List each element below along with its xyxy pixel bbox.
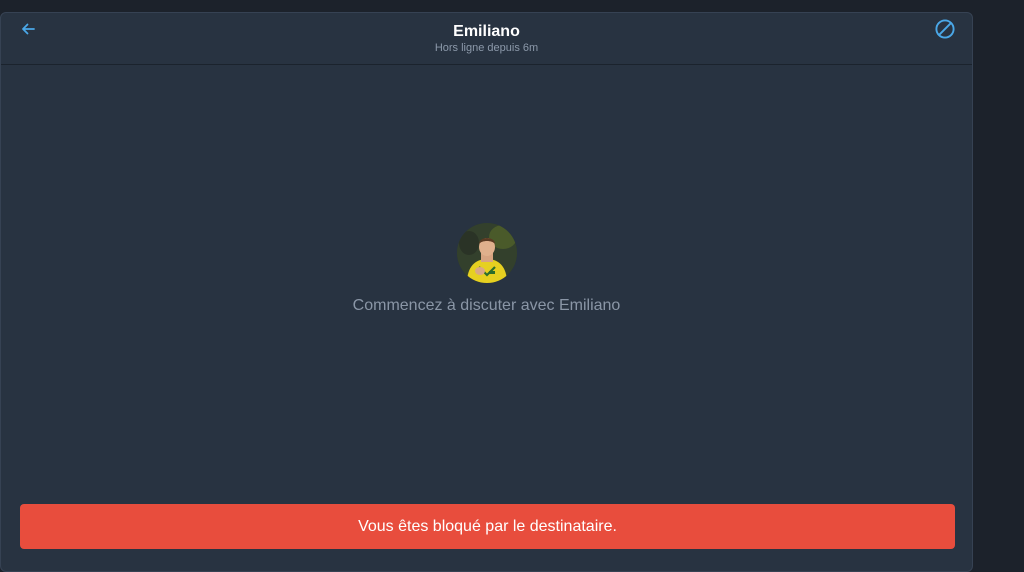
empty-state-message: Commencez à discuter avec Emiliano [352, 297, 621, 314]
blocked-banner: Vous êtes bloqué par le destinataire. [20, 504, 955, 549]
chat-header: Emiliano Hors ligne depuis 6m [1, 13, 972, 65]
blocked-banner-text: Vous êtes bloqué par le destinataire. [358, 517, 617, 535]
contact-name: Emiliano [453, 23, 520, 40]
contact-status: Hors ligne depuis 6m [434, 42, 539, 54]
chat-panel: Emiliano Hors ligne depuis 6m Commencez … [0, 12, 973, 572]
contact-avatar [456, 223, 517, 283]
empty-conversation: Commencez à discuter avec Emiliano [1, 223, 972, 316]
block-button[interactable] [934, 18, 956, 40]
header-title-group: Emiliano Hors ligne depuis 6m [1, 22, 972, 55]
avatar-photo [456, 223, 517, 283]
block-icon [935, 19, 955, 39]
